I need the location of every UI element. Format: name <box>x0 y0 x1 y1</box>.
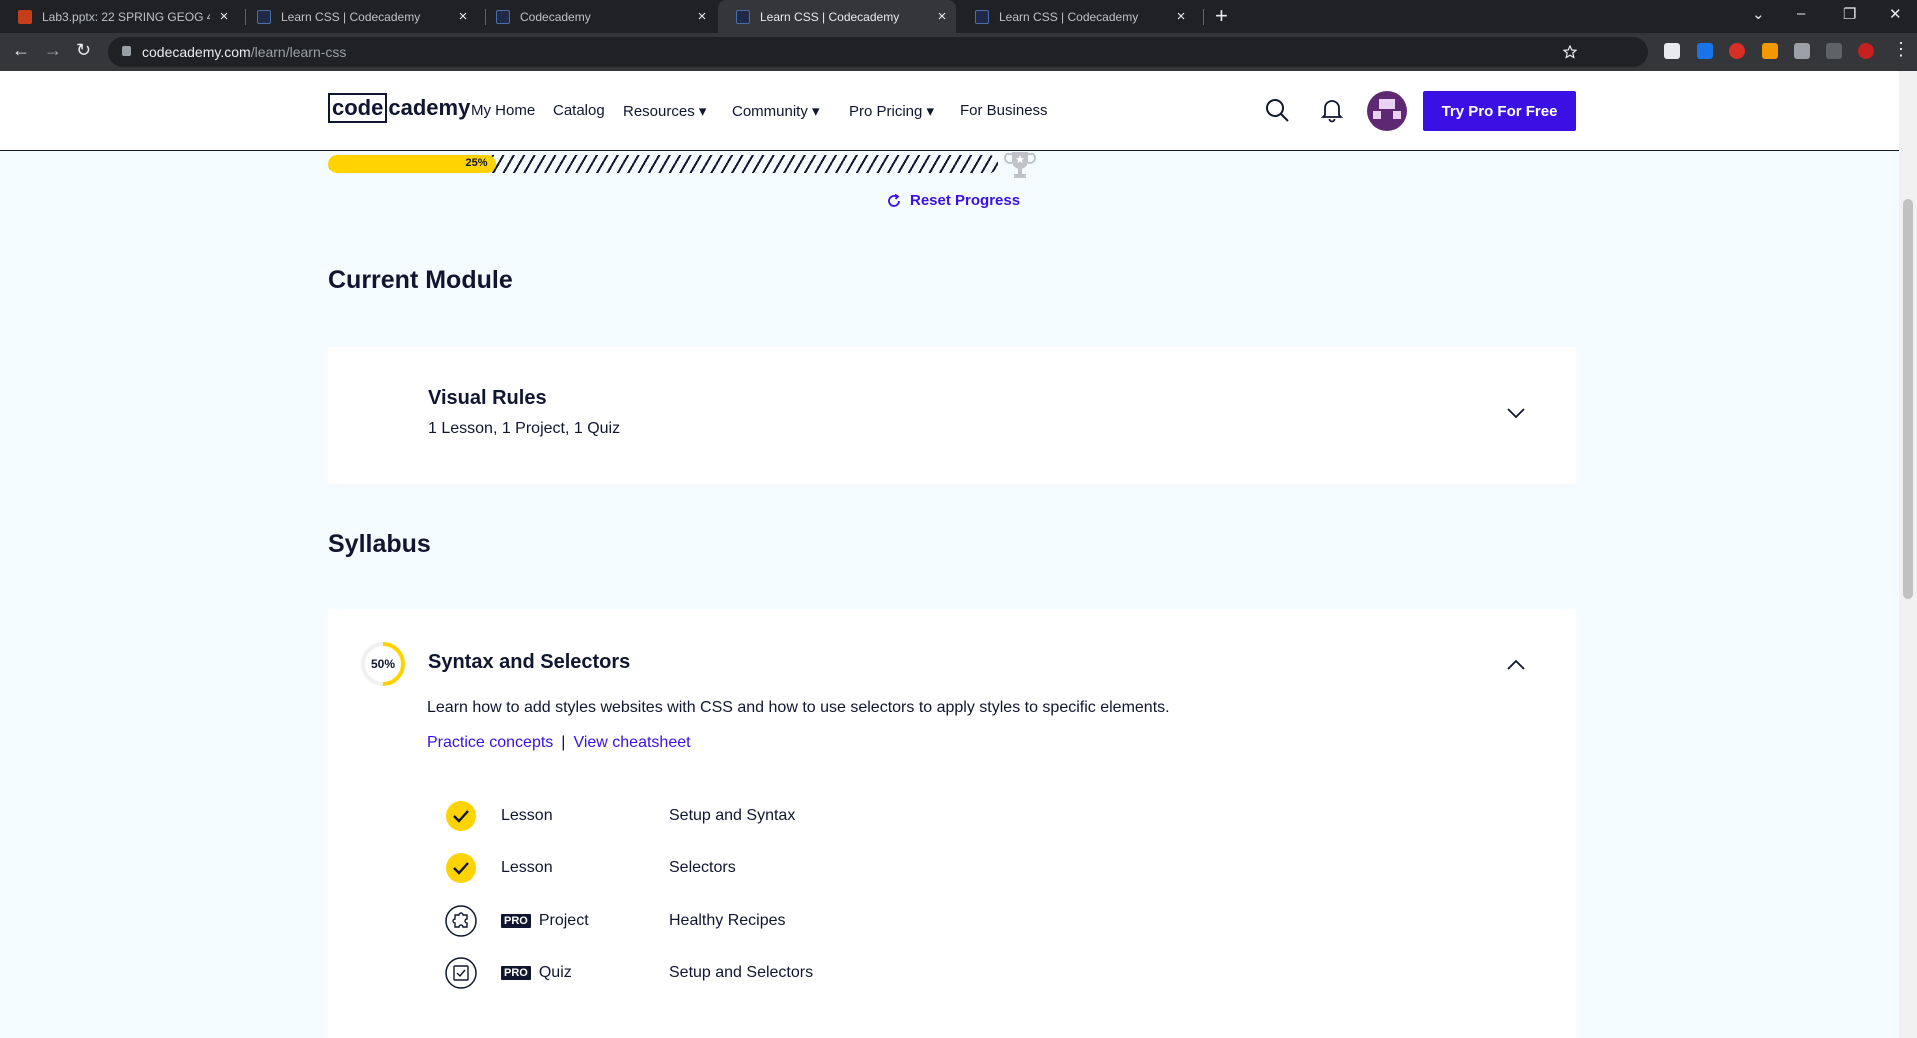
browser-tab-active[interactable]: Learn CSS | Codecademy × <box>718 0 956 33</box>
item-type: Lesson <box>501 807 553 824</box>
check-complete-icon <box>446 853 476 883</box>
site-header: code cademy My Home Catalog Resources ▾ C… <box>0 71 1899 151</box>
browser-tab[interactable]: Learn CSS | Codecademy × <box>239 0 477 33</box>
progress-fill: 25% <box>328 155 496 173</box>
reset-progress-button[interactable]: Reset Progress <box>886 192 1020 209</box>
module-title: Syntax and Selectors <box>428 651 631 673</box>
close-window-icon[interactable]: ✕ <box>1889 5 1902 23</box>
item-name: Setup and Selectors <box>669 964 814 981</box>
progress-percent-label: 25% <box>465 157 488 169</box>
restore-icon[interactable]: ❐ <box>1843 5 1856 23</box>
profile-avatar-icon[interactable] <box>1858 43 1874 59</box>
tab-title: Learn CSS | Codecademy <box>999 9 1139 24</box>
module-description: Learn how to add styles websites with CS… <box>427 699 1170 716</box>
chevron-up-icon[interactable] <box>1506 659 1526 671</box>
adblock-icon[interactable] <box>1729 43 1745 59</box>
minimize-icon[interactable]: – <box>1797 5 1805 22</box>
nav-my-home[interactable]: My Home <box>471 102 535 119</box>
scrollbar-thumb[interactable] <box>1903 199 1913 599</box>
module-progress-label: 50% <box>370 657 396 671</box>
course-progress-bar: 25% <box>328 155 998 173</box>
browser-tab[interactable]: Lab3.pptx: 22 SPRING GEOG 478 × <box>0 0 238 33</box>
practice-concepts-link[interactable]: Practice concepts <box>427 734 553 752</box>
chevron-down-icon[interactable] <box>1506 407 1526 419</box>
forward-arrow-icon[interactable]: → <box>44 40 62 61</box>
syllabus-heading: Syllabus <box>328 530 431 558</box>
bell-notification-icon[interactable] <box>1320 97 1344 123</box>
reload-icon[interactable]: ↻ <box>76 40 91 61</box>
item-type: Lesson <box>501 859 553 876</box>
nav-pro-pricing[interactable]: Pro Pricing ▾ <box>849 102 934 120</box>
tab-title: Learn CSS | Codecademy <box>281 9 421 24</box>
extension-orange-icon[interactable] <box>1762 43 1778 59</box>
browser-tab[interactable]: Codecademy × <box>478 0 716 33</box>
current-module-heading: Current Module <box>328 266 513 294</box>
url-text: codecademy.com/learn/learn-css <box>142 44 347 60</box>
try-pro-button[interactable]: Try Pro For Free <box>1423 91 1576 131</box>
codecademy-icon <box>736 9 750 24</box>
caret-down-icon: ▾ <box>926 103 935 120</box>
close-tab-icon[interactable]: × <box>210 8 238 25</box>
syllabus-item[interactable]: PRO Project Healthy Recipes <box>444 904 1044 938</box>
powerpoint-icon <box>18 9 32 24</box>
close-tab-icon[interactable]: × <box>688 8 716 25</box>
browser-tab[interactable]: Learn CSS | Codecademy × <box>957 0 1195 33</box>
codecademy-icon <box>496 9 510 24</box>
refresh-icon <box>888 193 900 207</box>
current-module-card[interactable]: Visual Rules 1 Lesson, 1 Project, 1 Quiz <box>328 347 1576 484</box>
lock-icon <box>122 46 131 56</box>
item-name: Setup and Syntax <box>669 807 796 824</box>
codecademy-logo[interactable]: code cademy <box>328 93 470 123</box>
caret-down-icon: ▾ <box>812 103 820 120</box>
item-name: Selectors <box>669 859 736 876</box>
pro-badge: PRO <box>501 914 531 928</box>
item-name: Healthy Recipes <box>669 912 786 929</box>
tab-title: Lab3.pptx: 22 SPRING GEOG 478 <box>42 9 210 24</box>
item-type: PRO Quiz <box>501 964 572 982</box>
trophy-icon <box>1004 152 1036 178</box>
codecademy-icon <box>257 9 271 24</box>
codecademy-icon <box>975 9 989 24</box>
back-arrow-icon[interactable]: ← <box>12 40 30 61</box>
syllabus-module-card: 50% Syntax and Selectors Learn how to ad… <box>328 609 1576 1038</box>
address-bar[interactable]: codecademy.com/learn/learn-css <box>108 37 1648 67</box>
nav-for-business[interactable]: For Business <box>960 102 1048 119</box>
nav-community[interactable]: Community ▾ <box>732 102 820 120</box>
search-icon[interactable] <box>1264 97 1290 123</box>
star-bookmark-icon[interactable] <box>1563 45 1577 59</box>
pro-badge: PRO <box>501 966 531 980</box>
module-title: Visual Rules <box>428 387 547 409</box>
syllabus-item[interactable]: PRO Quiz Setup and Selectors <box>444 956 1044 990</box>
extension-blue-icon[interactable] <box>1697 43 1713 59</box>
browser-menu-icon[interactable]: ⋮ <box>1892 39 1910 60</box>
syllabus-item[interactable]: Lesson Setup and Syntax <box>444 799 1044 833</box>
puzzle-extensions-icon[interactable] <box>1794 43 1810 59</box>
new-tab-plus-icon[interactable]: + <box>1215 3 1228 29</box>
nav-catalog[interactable]: Catalog <box>553 102 605 119</box>
extension-doc-icon[interactable] <box>1664 43 1680 59</box>
tab-divider <box>1203 9 1204 25</box>
tab-search-chevron-icon[interactable]: ⌄ <box>1752 5 1765 23</box>
link-separator: | <box>561 734 566 751</box>
view-cheatsheet-link[interactable]: View cheatsheet <box>573 734 690 752</box>
module-summary: 1 Lesson, 1 Project, 1 Quiz <box>428 420 621 437</box>
project-puzzle-icon <box>445 905 477 937</box>
tab-title: Learn CSS | Codecademy <box>760 9 900 24</box>
quiz-icon <box>445 957 477 989</box>
check-complete-icon <box>446 801 476 831</box>
close-tab-icon[interactable]: × <box>928 8 956 25</box>
browser-tab-strip: Lab3.pptx: 22 SPRING GEOG 478 × Learn CS… <box>0 0 1917 33</box>
item-type: PRO Project <box>501 912 589 930</box>
tab-title: Codecademy <box>520 9 591 24</box>
reading-list-icon[interactable] <box>1826 43 1842 59</box>
page-scrollbar[interactable] <box>1899 71 1917 1038</box>
user-avatar[interactable] <box>1367 91 1407 131</box>
module-links: Practice concepts | View cheatsheet <box>427 734 691 752</box>
syllabus-item[interactable]: Lesson Selectors <box>444 851 1044 885</box>
close-tab-icon[interactable]: × <box>449 8 477 25</box>
nav-resources[interactable]: Resources ▾ <box>623 102 706 120</box>
browser-toolbar: ← → ↻ codecademy.com/learn/learn-css ⋮ <box>0 33 1917 71</box>
caret-down-icon: ▾ <box>698 103 707 120</box>
close-tab-icon[interactable]: × <box>1167 8 1195 25</box>
